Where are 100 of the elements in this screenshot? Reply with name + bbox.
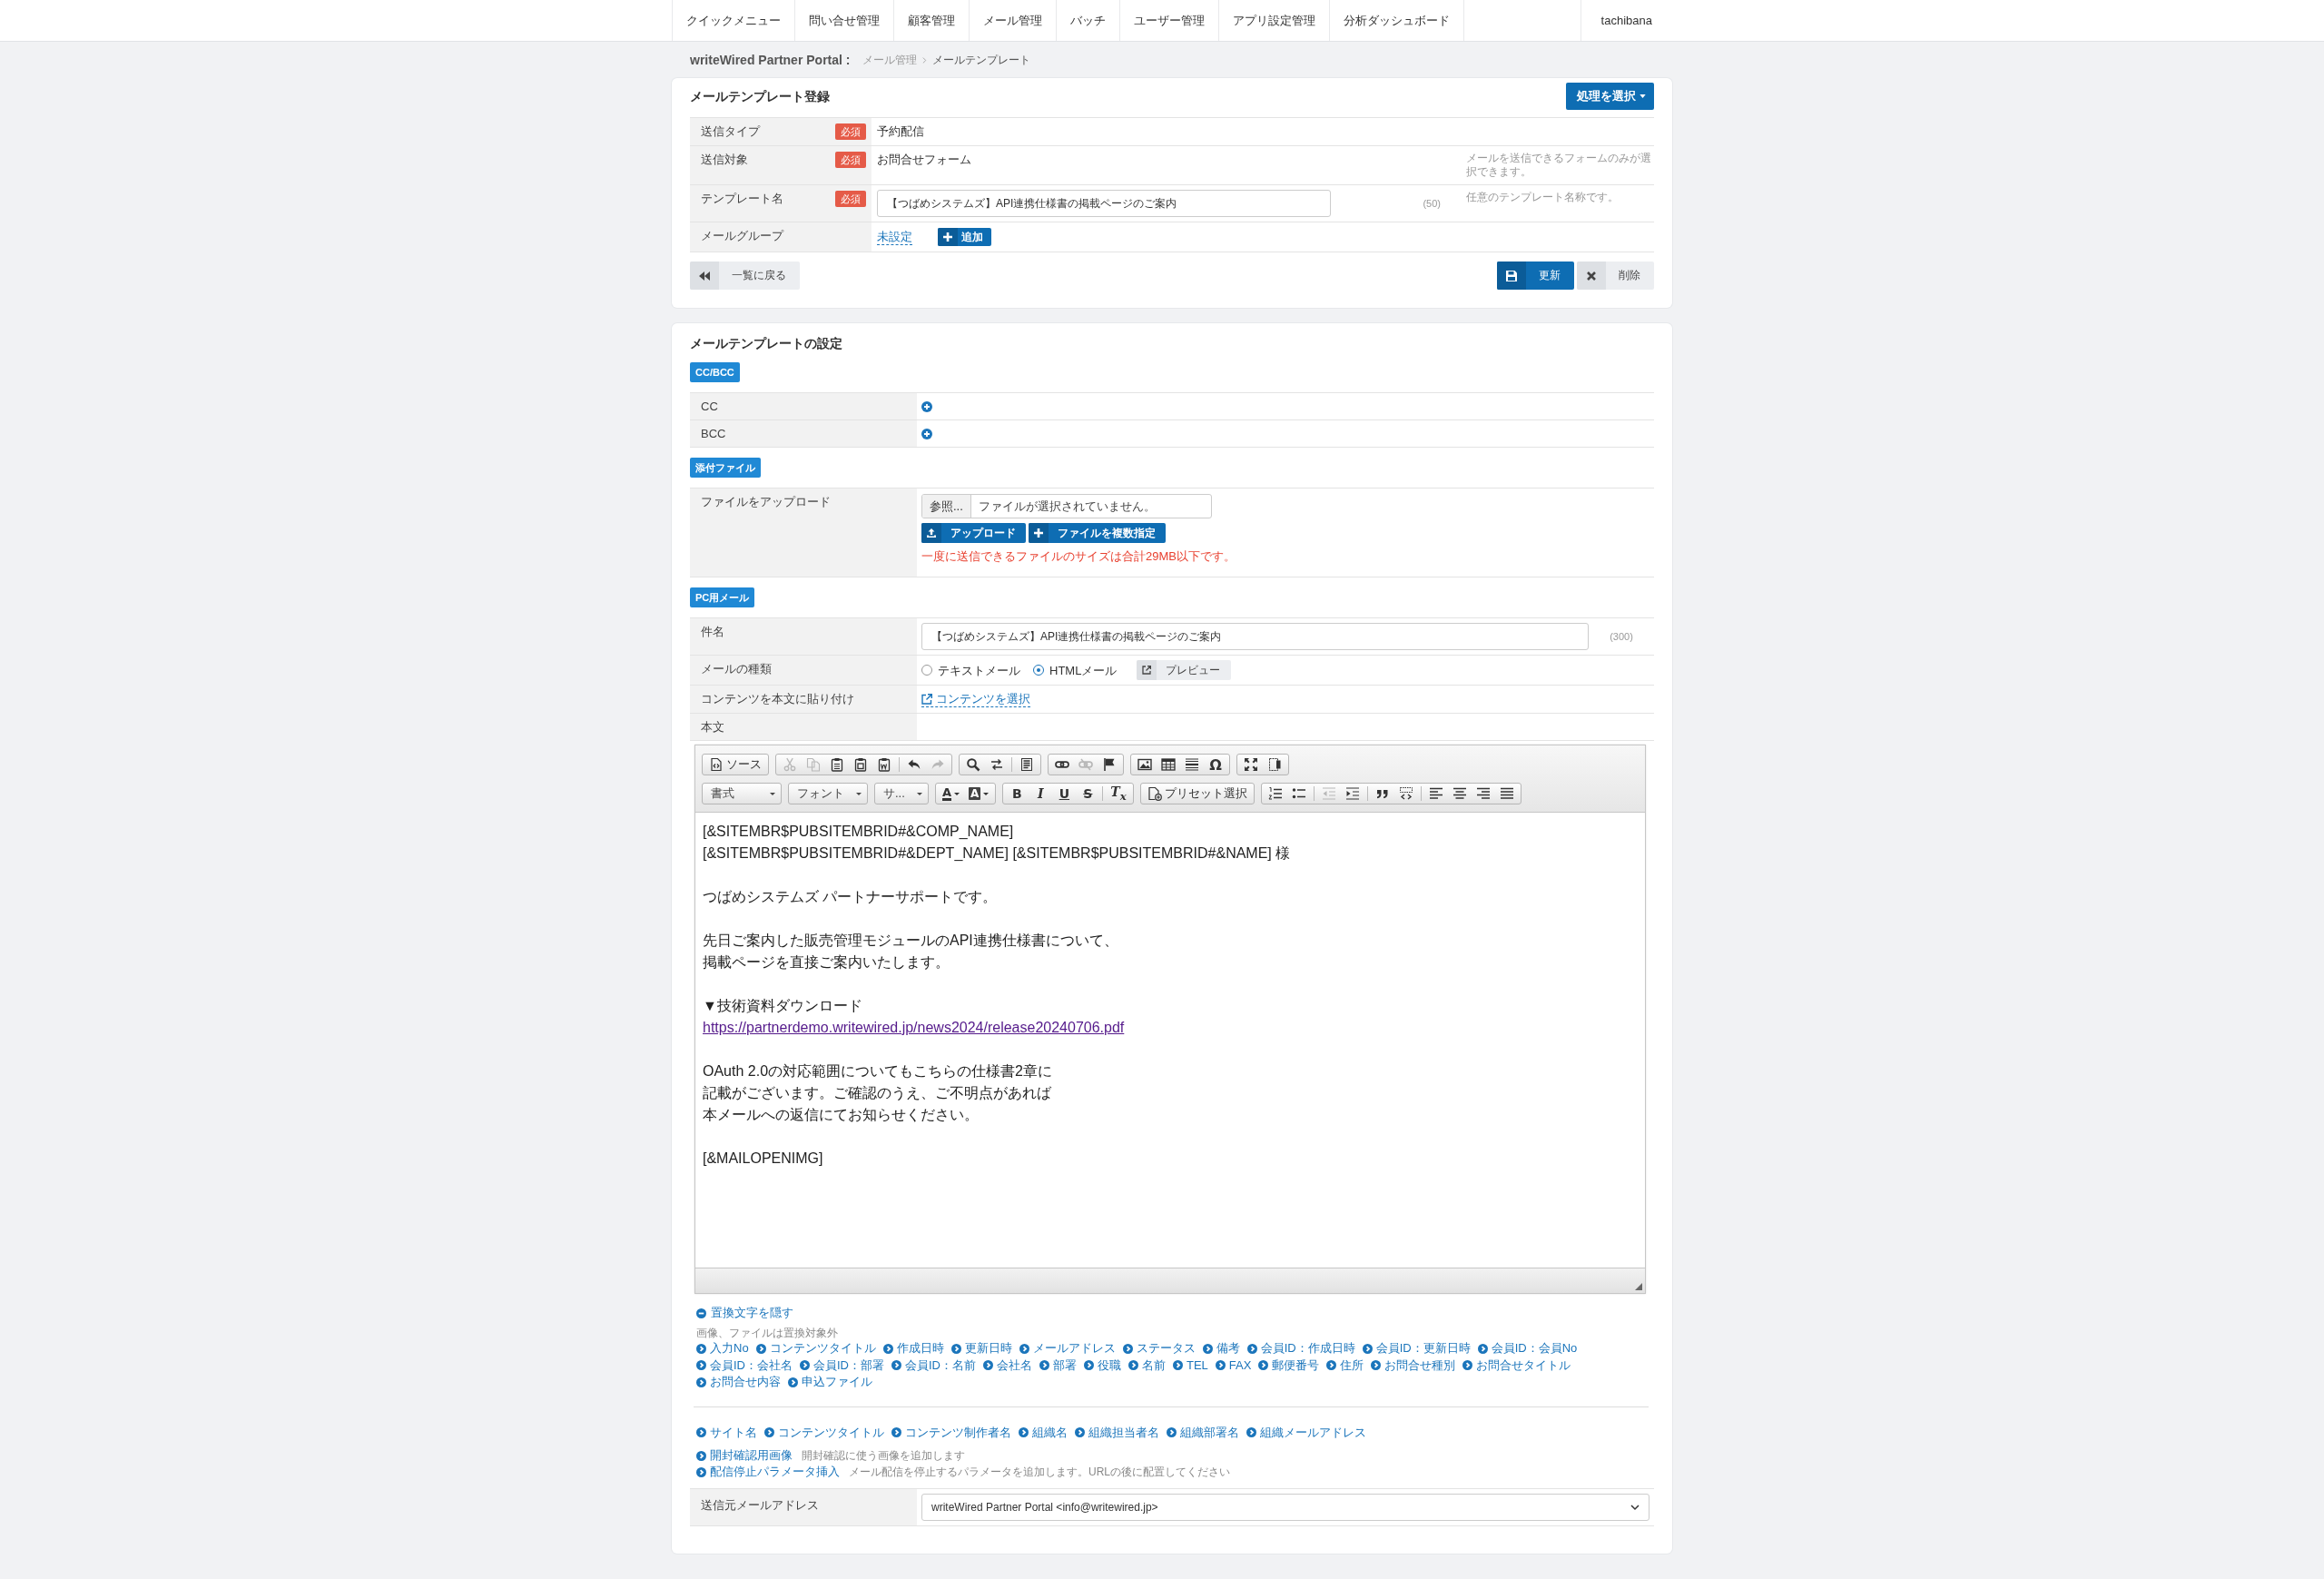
- radio-label[interactable]: HTMLメール: [1049, 662, 1118, 678]
- plus-circle-icon[interactable]: [921, 400, 932, 412]
- placeholder-link[interactable]: 住所: [1326, 1357, 1364, 1374]
- editor-text-field[interactable]: [695, 813, 1645, 1268]
- indent-icon[interactable]: [1344, 786, 1360, 801]
- nav-menu-item[interactable]: クイックメニュー: [672, 0, 795, 41]
- nav-menu-item[interactable]: アプリ設定管理: [1219, 0, 1330, 41]
- text-color-button[interactable]: A: [938, 784, 965, 804]
- update-button[interactable]: 更新: [1497, 262, 1574, 290]
- align-right-icon[interactable]: [1475, 786, 1491, 801]
- radio-button[interactable]: [1033, 665, 1044, 676]
- placeholder-link[interactable]: 開封確認用画像: [696, 1447, 793, 1464]
- table-icon[interactable]: [1161, 757, 1176, 772]
- align-left-icon[interactable]: [1428, 786, 1443, 801]
- bullet-list-icon[interactable]: [1291, 786, 1306, 801]
- code-brackets-icon[interactable]: [1398, 786, 1413, 801]
- group-link[interactable]: 未設定: [877, 229, 912, 245]
- bold-button[interactable]: B: [1005, 784, 1029, 804]
- placeholder-link[interactable]: 配信停止パラメータ挿入: [696, 1464, 840, 1480]
- nav-menu-item[interactable]: 問い合せ管理: [795, 0, 894, 41]
- placeholder-link[interactable]: 組織担当者名: [1075, 1424, 1159, 1441]
- action-dropdown-button[interactable]: 処理を選択: [1566, 83, 1654, 110]
- placeholder-link[interactable]: 組織メールアドレス: [1246, 1424, 1366, 1441]
- delete-button[interactable]: 削除: [1577, 262, 1654, 290]
- body-link[interactable]: https://partnerdemo.writewired.jp/news2024/release20240706.pdf: [703, 1017, 1125, 1039]
- placeholder-link[interactable]: 作成日時: [882, 1340, 944, 1357]
- placeholder-link[interactable]: 会員ID：会社名: [696, 1357, 793, 1374]
- underline-button[interactable]: U: [1052, 784, 1077, 804]
- numbered-list-icon[interactable]: [1267, 786, 1283, 801]
- align-center-icon[interactable]: [1452, 786, 1467, 801]
- placeholder-link[interactable]: 更新日時: [950, 1340, 1012, 1357]
- placeholder-link[interactable]: コンテンツタイトル: [764, 1424, 884, 1441]
- toolbar-dropdown[interactable]: 書式: [702, 783, 782, 804]
- help-text: 任意のテンプレート名称です。: [1466, 191, 1619, 203]
- clipboard-square-icon[interactable]: [853, 757, 868, 772]
- placeholder-link[interactable]: お問合せ種別: [1371, 1357, 1456, 1374]
- image-icon[interactable]: [1137, 757, 1152, 772]
- placeholder-link[interactable]: 役職: [1084, 1357, 1121, 1374]
- placeholder-link[interactable]: 組織名: [1019, 1424, 1068, 1441]
- placeholder-link[interactable]: コンテンツタイトル: [755, 1340, 876, 1357]
- back-to-list-button[interactable]: 一覧に戻る: [690, 262, 800, 290]
- multi-file-button[interactable]: ファイルを複数指定: [1029, 523, 1166, 543]
- file-input[interactable]: 参照... ファイルが選択されていません。: [921, 494, 1212, 518]
- placeholder-link[interactable]: お問合せタイトル: [1462, 1357, 1571, 1374]
- nav-menu-item[interactable]: メール管理: [970, 0, 1057, 41]
- remove-format-button[interactable]: T$_{x}$: [1106, 784, 1131, 804]
- placeholder-link[interactable]: 名前: [1128, 1357, 1166, 1374]
- placeholder-link[interactable]: 会社名: [983, 1357, 1032, 1374]
- plus-circle-icon[interactable]: [921, 428, 932, 439]
- placeholder-link[interactable]: 入力No: [696, 1340, 749, 1357]
- strikethrough-button[interactable]: S: [1076, 784, 1100, 804]
- select-field[interactable]: writeWired Partner Portal <info@writewired.jp>: [921, 1494, 1649, 1521]
- clipboard-zigzag-icon[interactable]: [877, 757, 891, 772]
- placeholder-link[interactable]: 会員ID：会員No: [1477, 1340, 1578, 1357]
- search-icon[interactable]: [966, 757, 980, 772]
- nav-menu-item[interactable]: 顧客管理: [894, 0, 970, 41]
- select-content-link[interactable]: コンテンツを選択: [921, 691, 1030, 707]
- placeholder-link[interactable]: TEL: [1173, 1357, 1208, 1374]
- page-blocks-icon[interactable]: [1267, 757, 1282, 772]
- flag-icon[interactable]: [1102, 757, 1117, 772]
- background-color-button[interactable]: A: [964, 784, 994, 804]
- resize-grip-icon[interactable]: [1635, 1283, 1642, 1290]
- nav-menu-item[interactable]: バッチ: [1057, 0, 1120, 41]
- justify-icon[interactable]: [1499, 786, 1514, 801]
- nav-menu-item[interactable]: ユーザー管理: [1120, 0, 1219, 41]
- browse-button[interactable]: 参照...: [922, 495, 971, 518]
- placeholder-link[interactable]: メールアドレス: [1019, 1340, 1116, 1357]
- placeholder-link[interactable]: 部署: [1039, 1357, 1077, 1374]
- placeholder-link[interactable]: 申込ファイル: [788, 1374, 872, 1391]
- swap-arrows-icon[interactable]: [990, 757, 1004, 772]
- placeholder-link[interactable]: FAX: [1215, 1357, 1252, 1374]
- preview-button[interactable]: プレビュー: [1137, 660, 1232, 680]
- add-button[interactable]: 追加: [938, 228, 991, 246]
- placeholder-link[interactable]: コンテンツ制作者名: [891, 1424, 1011, 1441]
- radio-button[interactable]: [921, 665, 932, 676]
- hide-placeholders-link[interactable]: 置換文字を隠す: [696, 1305, 793, 1321]
- text-input[interactable]: 【つばめシステムズ】API連携仕様書の掲載ページのご案内: [921, 623, 1589, 650]
- text-input[interactable]: 【つばめシステムズ】API連携仕様書の掲載ページのご案内: [877, 190, 1331, 217]
- toolbar-dropdown[interactable]: サ...: [874, 783, 929, 804]
- required-badge: 必須: [835, 191, 866, 207]
- placeholder-link[interactable]: 会員ID：更新日時: [1362, 1340, 1471, 1357]
- horizontal-lines-icon[interactable]: [1185, 757, 1199, 772]
- placeholder-link[interactable]: 会員ID：部署: [800, 1357, 884, 1374]
- placeholder-link[interactable]: 組織部署名: [1167, 1424, 1239, 1441]
- italic-button[interactable]: I: [1029, 784, 1053, 804]
- placeholder-link[interactable]: 会員ID：作成日時: [1246, 1340, 1355, 1357]
- placeholder-link[interactable]: お問合せ内容: [696, 1374, 781, 1391]
- placeholder-link[interactable]: 会員ID：名前: [891, 1357, 976, 1374]
- placeholder-link[interactable]: ステータス: [1122, 1340, 1196, 1357]
- placeholder-link[interactable]: 郵便番号: [1258, 1357, 1320, 1374]
- placeholder-link[interactable]: 備考: [1202, 1340, 1240, 1357]
- upload-button[interactable]: アップロード: [921, 523, 1026, 543]
- clipboard-icon[interactable]: [830, 757, 844, 772]
- toolbar-dropdown[interactable]: フォント: [788, 783, 868, 804]
- placeholder-link[interactable]: サイト名: [696, 1424, 757, 1441]
- user-menu[interactable]: tachibana: [1580, 0, 1672, 41]
- maximize-icon[interactable]: [1244, 757, 1258, 772]
- page-lines-icon[interactable]: [1019, 757, 1034, 772]
- nav-menu-item[interactable]: 分析ダッシュボード: [1330, 0, 1464, 41]
- radio-label[interactable]: テキストメール: [938, 662, 1020, 678]
